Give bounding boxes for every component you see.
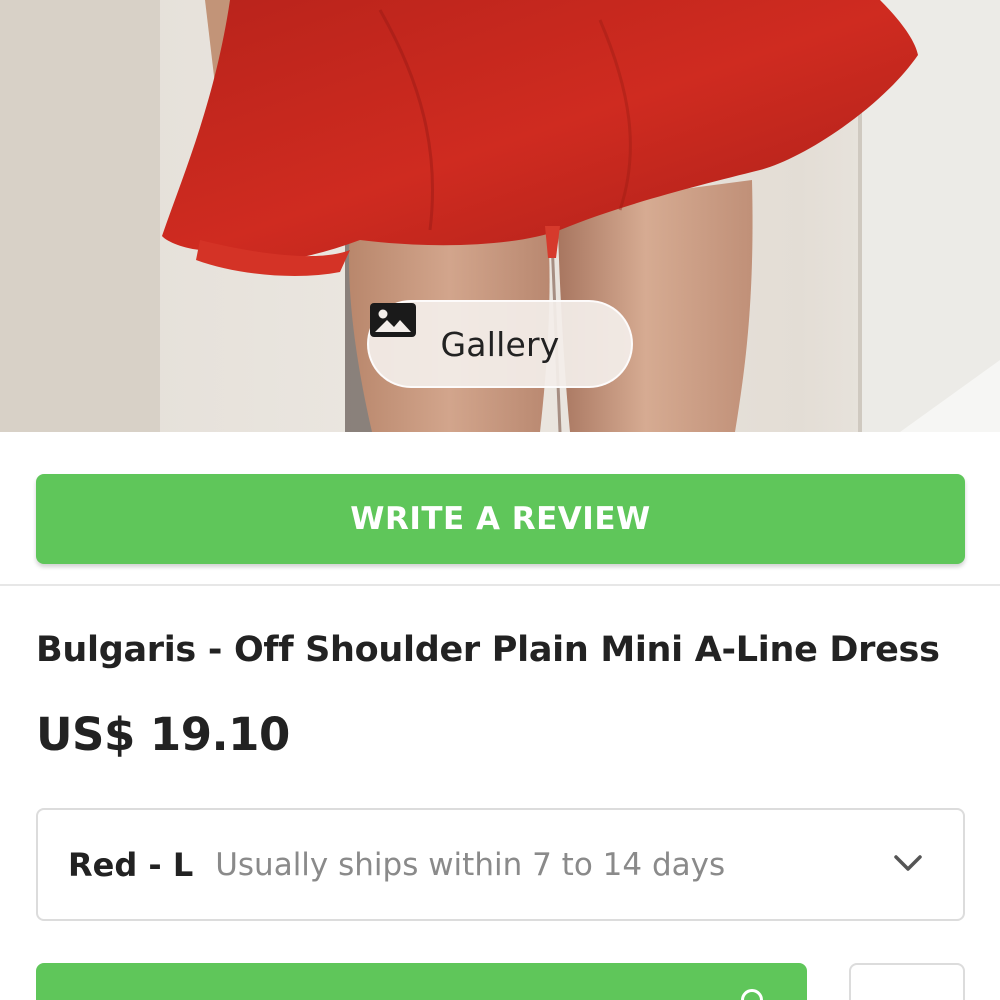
variant-selected: Red - L	[68, 845, 194, 884]
section-divider	[0, 584, 1000, 586]
variant-selector[interactable]: Red - L Usually ships within 7 to 14 day…	[36, 808, 965, 921]
chevron-down-icon	[894, 855, 922, 871]
product-page: Gallery WRITE A REVIEW Bulgaris - Off Sh…	[0, 0, 1000, 1000]
cart-icon	[741, 989, 763, 1000]
gallery-button[interactable]: Gallery	[367, 300, 633, 388]
image-icon	[370, 303, 416, 337]
gallery-label: Gallery	[440, 324, 560, 364]
shipping-estimate: Usually ships within 7 to 14 days	[215, 846, 726, 883]
add-to-cart-button[interactable]	[36, 963, 807, 1000]
product-photo[interactable]: Gallery	[0, 0, 1000, 432]
write-review-button[interactable]: WRITE A REVIEW	[36, 474, 965, 564]
product-price: US$ 19.10	[36, 708, 290, 761]
product-title: Bulgaris - Off Shoulder Plain Mini A-Lin…	[36, 630, 940, 670]
quantity-box[interactable]	[849, 963, 965, 1000]
